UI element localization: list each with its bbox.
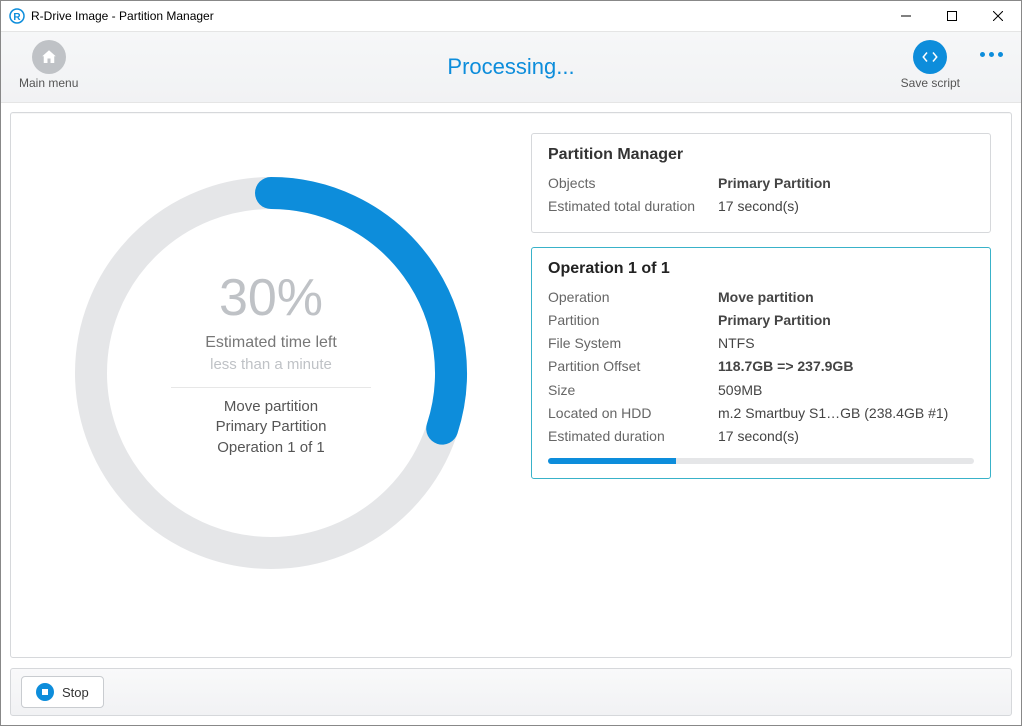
op-val: Move partition — [718, 286, 974, 309]
save-script-button[interactable]: Save script — [901, 40, 960, 90]
main-panel: 30% Estimated time left less than a minu… — [10, 112, 1012, 658]
estimated-time-value: less than a minute — [71, 356, 471, 373]
operation-panel-title: Operation 1 of 1 — [548, 260, 974, 278]
op-duration-key: Estimated duration — [548, 425, 718, 448]
summary-duration-key: Estimated total duration — [548, 195, 718, 218]
op-line-2: Primary Partition — [216, 418, 327, 435]
stop-icon — [36, 683, 54, 701]
summary-objects-key: Objects — [548, 172, 718, 195]
stop-label: Stop — [62, 685, 89, 700]
operation-panel: Operation 1 of 1 OperationMove partition… — [531, 247, 991, 479]
fs-key: File System — [548, 332, 718, 355]
processing-title: Processing... — [447, 54, 574, 80]
op-duration-val: 17 second(s) — [718, 425, 974, 448]
summary-panel: Partition Manager ObjectsPrimary Partiti… — [531, 133, 991, 233]
op-line-1: Move partition — [224, 398, 318, 415]
estimated-time-label: Estimated time left — [71, 334, 471, 352]
hdd-key: Located on HDD — [548, 402, 718, 425]
current-operation-lines: Move partition Primary Partition Operati… — [181, 391, 361, 458]
main-menu-button[interactable]: Main menu — [19, 40, 78, 90]
fs-val: NTFS — [718, 332, 974, 355]
operation-progress-bar — [548, 458, 974, 464]
save-script-label: Save script — [901, 76, 960, 90]
size-val: 509MB — [718, 379, 974, 402]
more-menu-button[interactable] — [980, 52, 1003, 57]
summary-objects-val: Primary Partition — [718, 172, 974, 195]
stop-button[interactable]: Stop — [21, 676, 104, 708]
toolbar: Main menu Processing... Save script — [1, 31, 1021, 103]
home-icon — [32, 40, 66, 74]
offset-val: 118.7GB => 237.9GB — [718, 355, 974, 378]
maximize-button[interactable] — [929, 1, 975, 31]
svg-text:R: R — [13, 12, 21, 23]
summary-duration-val: 17 second(s) — [718, 195, 974, 218]
offset-key: Partition Offset — [548, 355, 718, 378]
op-line-3: Operation 1 of 1 — [217, 439, 325, 456]
progress-ring: 30% Estimated time left less than a minu… — [71, 173, 471, 573]
partition-key: Partition — [548, 309, 718, 332]
window-title: R-Drive Image - Partition Manager — [31, 9, 214, 23]
partition-val: Primary Partition — [718, 309, 974, 332]
size-key: Size — [548, 379, 718, 402]
summary-panel-title: Partition Manager — [548, 146, 974, 164]
minimize-button[interactable] — [883, 1, 929, 31]
script-icon — [913, 40, 947, 74]
titlebar: R R-Drive Image - Partition Manager — [1, 1, 1021, 31]
op-key: Operation — [548, 286, 718, 309]
hdd-val: m.2 Smartbuy S1…GB (238.4GB #1) — [718, 402, 974, 425]
app-icon: R — [9, 8, 25, 24]
main-menu-label: Main menu — [19, 76, 78, 90]
footer-bar: Stop — [10, 668, 1012, 716]
window-controls — [883, 1, 1021, 31]
close-button[interactable] — [975, 1, 1021, 31]
percent-text: 30% — [71, 268, 471, 328]
